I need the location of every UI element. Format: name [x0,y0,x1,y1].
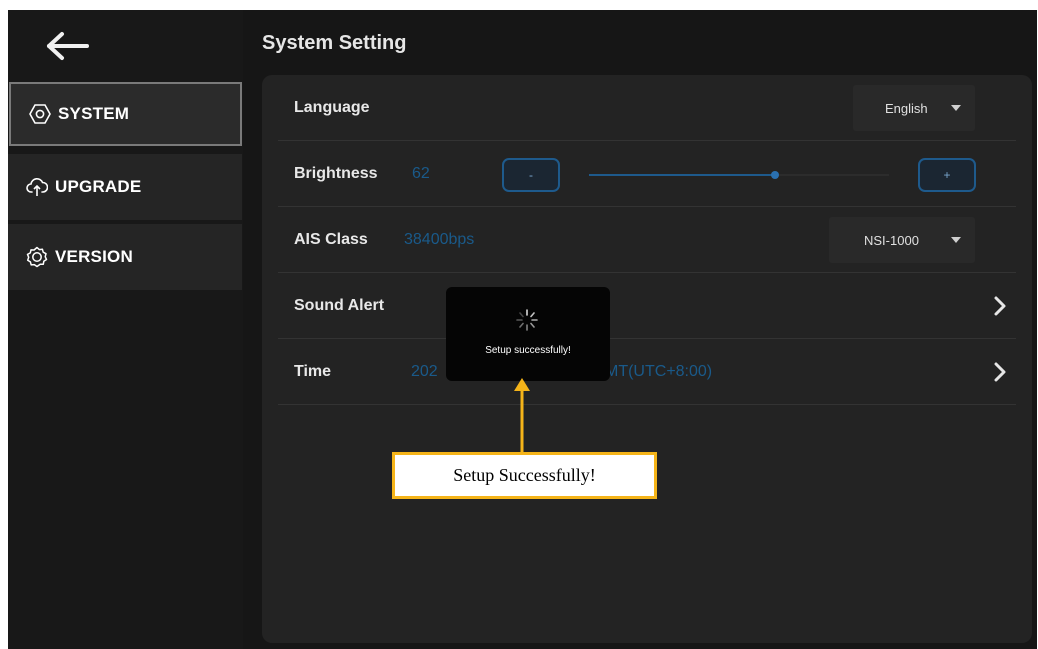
sidebar: SYSTEM UPGRADE VERSION [8,10,243,649]
sidebar-item-system[interactable]: SYSTEM [9,82,242,146]
language-dropdown[interactable]: English [853,85,975,131]
ais-class-dropdown[interactable]: NSI-1000 [829,217,975,263]
brightness-label: Brightness [294,165,378,182]
brightness-slider-fill [589,174,775,176]
page-title: System Setting [262,32,407,54]
hexagon-settings-icon [29,103,51,125]
cloud-upload-icon [26,176,48,198]
setting-row-ais-class: AIS Class 38400bps NSI-1000 [278,207,1016,273]
sidebar-item-label: UPGRADE [55,177,142,196]
setting-row-sound-alert[interactable]: Sound Alert [278,273,1016,339]
brightness-value: 62 [412,165,430,182]
ais-class-value: 38400bps [404,231,475,248]
brightness-decrease-button[interactable]: - [502,158,560,192]
caret-down-icon [951,105,961,111]
ais-class-selected-value: NSI-1000 [864,232,919,248]
toast-message: Setup successfully! [485,345,571,356]
back-button[interactable] [38,24,98,68]
language-label: Language [294,99,370,116]
ais-class-label: AIS Class [294,231,368,248]
chevron-right-icon[interactable] [990,358,1010,386]
loading-spinner-icon [516,309,538,331]
back-arrow-icon [47,32,89,60]
setting-row-brightness: Brightness 62 - + [278,141,1016,207]
badge-icon [26,246,48,268]
sidebar-item-label: VERSION [55,247,133,266]
time-value: 202 [411,363,438,380]
brightness-slider-thumb[interactable] [771,171,779,179]
sidebar-item-label: SYSTEM [58,104,130,123]
app-window: SYSTEM UPGRADE VERSION System Setting La… [8,10,1037,649]
toast: Setup successfully! [446,287,610,381]
chevron-right-icon[interactable] [990,292,1010,320]
caret-down-icon [951,237,961,243]
language-selected-value: English [885,100,928,116]
time-label: Time [294,363,332,380]
settings-panel: Language English Brightness 62 - + AIS C… [262,75,1032,643]
callout-label: Setup Successfully! [392,452,657,499]
setting-row-time[interactable]: Time 202 MT(UTC+8:00) [278,339,1016,405]
sidebar-item-version[interactable]: VERSION [8,224,242,290]
time-value-suffix: MT(UTC+8:00) [605,363,713,380]
setting-row-language: Language English [278,75,1016,141]
brightness-increase-button[interactable]: + [918,158,976,192]
sidebar-item-upgrade[interactable]: UPGRADE [8,154,242,220]
sound-alert-label: Sound Alert [294,297,385,314]
callout-arrow-icon [514,378,530,454]
brightness-slider[interactable] [589,171,889,179]
